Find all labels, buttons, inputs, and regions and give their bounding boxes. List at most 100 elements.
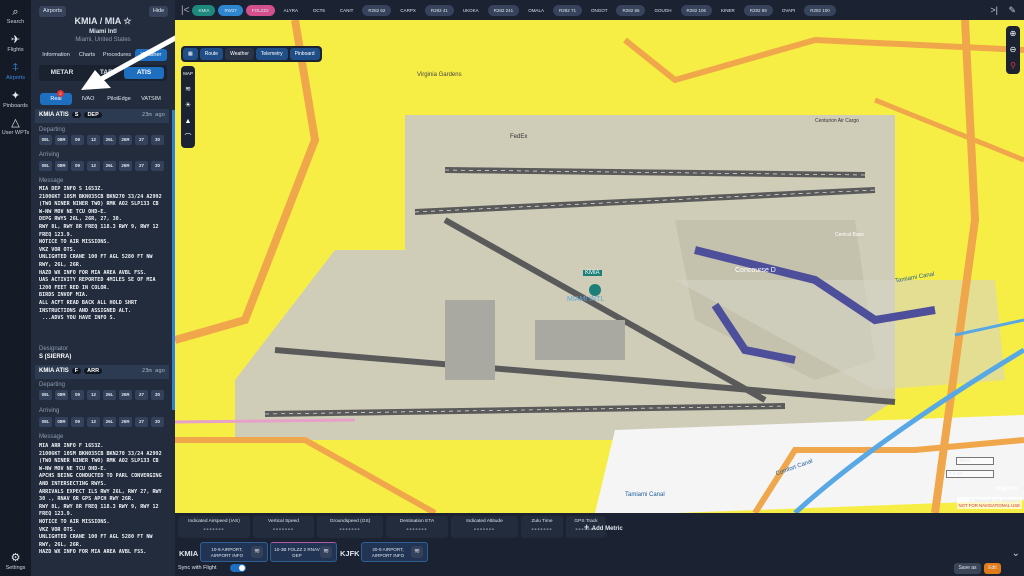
- chart-card[interactable]: 20-9 AIRPORT, AIRPORT INFO≋: [361, 542, 428, 562]
- location-pin-icon[interactable]: ⚲: [1006, 58, 1020, 74]
- route-chip[interactable]: KMIA: [192, 5, 215, 16]
- chart-card[interactable]: 10-9 AIRPORT, AIRPORT INFO≋: [200, 542, 268, 562]
- metric-value: -------: [451, 527, 518, 533]
- route-chip[interactable]: R282 106: [681, 5, 713, 16]
- tab-information[interactable]: Information: [39, 49, 73, 61]
- plus-icon: +: [584, 522, 592, 532]
- map-toolbar: ▦ Route Weather Telemetry Pinboard: [181, 46, 322, 62]
- metric-tile[interactable]: Indicated Altitude -------: [451, 516, 518, 538]
- brightness-icon[interactable]: ☀: [181, 98, 195, 114]
- skip-end-icon[interactable]: >|: [990, 5, 998, 15]
- message-label: Message: [39, 178, 63, 184]
- route-chip[interactable]: CARPX: [394, 5, 422, 16]
- collapse-left-icon[interactable]: |<: [181, 5, 189, 16]
- pinboard-button[interactable]: Pinboard: [290, 48, 320, 60]
- route-chip[interactable]: CANIT: [334, 5, 360, 16]
- map-label-concourse-d: Concourse D: [735, 267, 776, 274]
- metric-tile[interactable]: Vertical Speed-------: [253, 516, 314, 538]
- pin-icon: ✦: [0, 90, 31, 103]
- bottom-panel: Indicated Airspeed (IAS)-------Vertical …: [175, 513, 1024, 576]
- stack-icon: ≋: [411, 546, 423, 558]
- nav-search[interactable]: ⌕Search: [0, 6, 31, 25]
- metric-label: Groundspeed (GS): [330, 519, 371, 524]
- metric-label: Zulu Time: [531, 519, 552, 524]
- route-chip[interactable]: ALYRA: [278, 5, 304, 16]
- route-chip[interactable]: R282 241: [488, 5, 520, 16]
- real-badge: 2: [57, 90, 64, 97]
- route-chip[interactable]: KINER: [715, 5, 741, 16]
- metric-label: Indicated Altitude: [466, 519, 503, 524]
- route-chip[interactable]: R282 65: [616, 5, 645, 16]
- metric-tile[interactable]: Indicated Airspeed (IAS)-------: [178, 516, 250, 538]
- metric-label: Destination ETA: [400, 519, 434, 524]
- arriving-label: Arriving: [39, 408, 59, 414]
- telemetry-button[interactable]: Telemetry: [256, 48, 288, 60]
- source-ivao[interactable]: IVAO: [76, 93, 100, 105]
- route-chip[interactable]: DCT6: [307, 5, 331, 16]
- zoom-out-icon[interactable]: ⊖: [1006, 42, 1020, 58]
- departing-label: Departing: [39, 127, 65, 133]
- route-chip[interactable]: ONGOT: [585, 5, 614, 16]
- map-label-virginia-gardens: Virginia Gardens: [417, 72, 462, 78]
- airport-title: KMIA / MIA ☆: [31, 16, 175, 27]
- map-label-central-base: Central Base: [835, 232, 864, 238]
- route-chip[interactable]: R282 89: [744, 5, 773, 16]
- annotation-arrow-icon: [71, 32, 175, 94]
- north-arrow-icon[interactable]: ▲: [181, 114, 195, 130]
- route-chip[interactable]: R282 71: [553, 5, 582, 16]
- designator-value: S (SIERRA): [39, 354, 71, 360]
- atis-header-dep: KMIA ATISSDEP23m ago: [35, 109, 169, 123]
- airport-map[interactable]: Virginia Gardens Concourse D KMIA MIAMI …: [175, 20, 1024, 513]
- metric-tile[interactable]: Zulu Time -------: [521, 516, 563, 538]
- chart-card[interactable]: 10-3B FOLZZ 2 RNAV DEP≋: [270, 542, 337, 562]
- route-chip[interactable]: FOLZZ2: [246, 5, 275, 16]
- nav-flights[interactable]: ✈Flights: [0, 34, 31, 53]
- atis-header-arr: KMIA ATISFARR23m ago: [35, 365, 169, 379]
- metric-tile[interactable]: Groundspeed (GS)-------: [317, 516, 383, 538]
- source-real[interactable]: Real2: [40, 93, 72, 105]
- nav-settings[interactable]: ⚙Settings: [0, 552, 31, 571]
- edit-button[interactable]: Edit: [984, 563, 1001, 574]
- airport-icon: ⍏: [0, 62, 31, 75]
- profile-icon[interactable]: ⌒: [181, 130, 195, 146]
- departing-runways: 08L08R091226L26R2730: [39, 135, 164, 145]
- gear-icon: ⚙: [0, 552, 31, 565]
- metric-tile[interactable]: Destination ETA-------: [386, 516, 448, 538]
- sync-toggle[interactable]: [230, 564, 246, 572]
- route-chip[interactable]: OVAPI: [776, 5, 801, 16]
- metric-label: Vertical Speed: [268, 519, 299, 524]
- source-vatsim[interactable]: VATSIM: [136, 93, 166, 105]
- airport-panel: Airports Hide KMIA / MIA ☆ Miami Intl Mi…: [31, 0, 175, 576]
- route-chip[interactable]: GOUGH: [648, 5, 677, 16]
- plane-icon: ✈: [0, 34, 31, 47]
- weather-button[interactable]: Weather: [225, 48, 254, 60]
- icon-rail: ⌕Search ✈Flights ⍏Airports ✦Pinboards △U…: [0, 0, 31, 576]
- source-pilotedge[interactable]: PilotEdge: [103, 93, 135, 105]
- map-label-kmia: KMIA: [583, 270, 602, 276]
- route-chip[interactable]: R282 100: [804, 5, 836, 16]
- route-chip[interactable]: OMALA: [522, 5, 550, 16]
- route-chip[interactable]: UKOKA: [457, 5, 485, 16]
- route-chip[interactable]: R282 41: [425, 5, 454, 16]
- metric-label: Indicated Airspeed (IAS): [188, 519, 240, 524]
- map-label-miami-intl: MIAMI INTL: [567, 296, 604, 303]
- collapse-chevron-icon[interactable]: ⌄: [1012, 548, 1020, 559]
- route-chip[interactable]: R282 62: [362, 5, 391, 16]
- map-label-tamiami-canal-2: Tamiami Canal: [625, 492, 665, 498]
- nav-pinboards[interactable]: ✦Pinboards: [0, 90, 31, 109]
- add-metric-button[interactable]: + Add Metric: [584, 522, 623, 532]
- nav-user-wpts[interactable]: △User WPTs: [0, 117, 31, 136]
- route-chip[interactable]: RW27: [218, 5, 242, 16]
- route-bar: |< KMIARW27 FOLZZ2ALYRADCT6CANITR282 62CA…: [175, 0, 1024, 20]
- zoom-in-icon[interactable]: ⊕: [1006, 26, 1020, 42]
- grid-icon[interactable]: ▦: [183, 48, 198, 60]
- save-as-button[interactable]: Save as: [954, 563, 981, 574]
- map-style-button[interactable]: MAP: [181, 66, 195, 82]
- edit-pen-icon[interactable]: ✎: [1008, 5, 1016, 16]
- route-button[interactable]: Route: [200, 48, 223, 60]
- map-side-tools: MAP ≋ ☀ ▲ ⌒: [181, 66, 195, 148]
- sync-label: Sync with Flight: [178, 565, 217, 571]
- layers-icon[interactable]: ≋: [181, 82, 195, 98]
- nav-airports[interactable]: ⍏Airports: [0, 62, 31, 81]
- metric-value: -------: [521, 527, 563, 533]
